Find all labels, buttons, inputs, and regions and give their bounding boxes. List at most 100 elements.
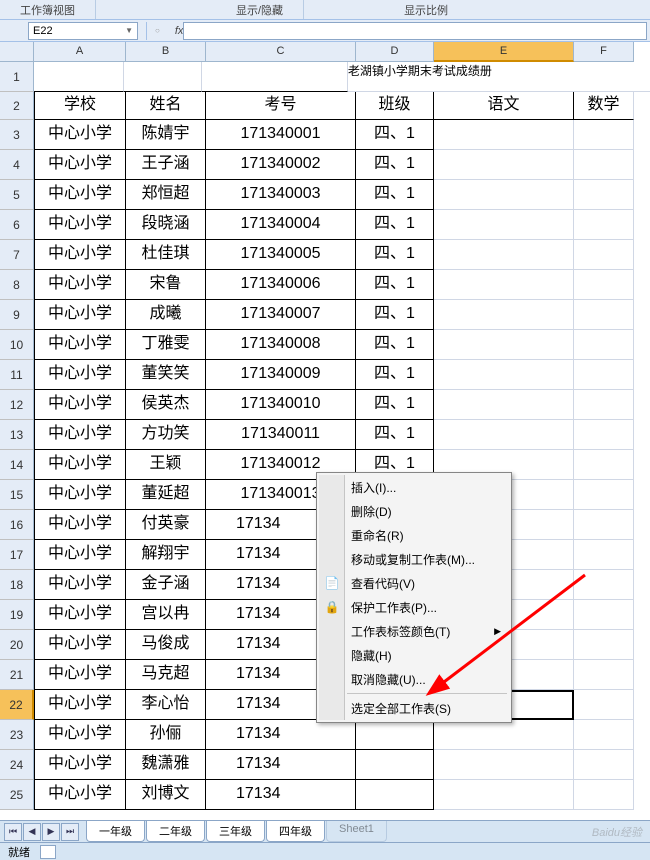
cell[interactable]: 马克超: [126, 660, 206, 690]
cell[interactable]: 方功笑: [126, 420, 206, 450]
sheet-title[interactable]: 老湖镇小学期末考试成绩册: [348, 62, 650, 92]
menu-unhide[interactable]: 取消隐藏(U)...: [319, 667, 509, 691]
cell[interactable]: [574, 750, 634, 780]
cell[interactable]: 171340011: [206, 420, 356, 450]
col-header-B[interactable]: B: [126, 42, 206, 62]
row-header-18[interactable]: 18: [0, 570, 34, 600]
row-header-4[interactable]: 4: [0, 150, 34, 180]
sheet-tab-sheet1[interactable]: Sheet1: [326, 821, 387, 842]
cell[interactable]: [574, 720, 634, 750]
cell[interactable]: 四、1: [356, 270, 434, 300]
cell[interactable]: [574, 420, 634, 450]
sheet-tab-grade3[interactable]: 三年级: [206, 821, 265, 842]
row-header-2[interactable]: 2: [0, 92, 34, 120]
cell[interactable]: [356, 780, 434, 810]
cell[interactable]: [574, 150, 634, 180]
row-header-13[interactable]: 13: [0, 420, 34, 450]
cell[interactable]: [574, 630, 634, 660]
cell[interactable]: 中心小学: [34, 540, 126, 570]
cell[interactable]: 中心小学: [34, 630, 126, 660]
row-header-10[interactable]: 10: [0, 330, 34, 360]
col-header-C[interactable]: C: [206, 42, 356, 62]
cell[interactable]: 中心小学: [34, 240, 126, 270]
menu-tab-color[interactable]: 工作表标签颜色(T)▶: [319, 619, 509, 643]
row-header-9[interactable]: 9: [0, 300, 34, 330]
cell[interactable]: [574, 510, 634, 540]
cell[interactable]: [574, 240, 634, 270]
cell[interactable]: 中心小学: [34, 750, 126, 780]
cell[interactable]: 171340005: [206, 240, 356, 270]
cell[interactable]: [434, 180, 574, 210]
menu-insert[interactable]: 插入(I)...: [319, 475, 509, 499]
row-header-6[interactable]: 6: [0, 210, 34, 240]
cell[interactable]: 魏潇雅: [126, 750, 206, 780]
sheet-tab-grade1[interactable]: 一年级: [86, 821, 145, 842]
row-header-12[interactable]: 12: [0, 390, 34, 420]
cell[interactable]: [574, 360, 634, 390]
row-header-20[interactable]: 20: [0, 630, 34, 660]
row-header-21[interactable]: 21: [0, 660, 34, 690]
name-box[interactable]: E22 ▼: [28, 22, 138, 40]
col-header-E[interactable]: E: [434, 42, 574, 62]
row-header-24[interactable]: 24: [0, 750, 34, 780]
menu-select-all-sheets[interactable]: 选定全部工作表(S): [319, 696, 509, 720]
cell[interactable]: 171340008: [206, 330, 356, 360]
cell[interactable]: [434, 360, 574, 390]
cell[interactable]: 中心小学: [34, 300, 126, 330]
cell[interactable]: [574, 180, 634, 210]
cell[interactable]: 171340002: [206, 150, 356, 180]
menu-hide[interactable]: 隐藏(H): [319, 643, 509, 667]
hdr-chinese[interactable]: 语文: [434, 92, 574, 120]
cell[interactable]: 孙俪: [126, 720, 206, 750]
row-header-5[interactable]: 5: [0, 180, 34, 210]
cell[interactable]: 中心小学: [34, 150, 126, 180]
cell[interactable]: 四、1: [356, 120, 434, 150]
cell[interactable]: 中心小学: [34, 120, 126, 150]
menu-delete[interactable]: 删除(D): [319, 499, 509, 523]
cell[interactable]: [574, 450, 634, 480]
cell[interactable]: 郑恒超: [126, 180, 206, 210]
cell[interactable]: 中心小学: [34, 690, 126, 720]
menu-protect-sheet[interactable]: 🔒保护工作表(P)...: [319, 595, 509, 619]
fx-icon[interactable]: fx: [175, 25, 184, 37]
hdr-math[interactable]: 数学: [574, 92, 634, 120]
sheet-tab-grade4[interactable]: 四年级: [266, 821, 325, 842]
cell[interactable]: [434, 150, 574, 180]
menu-view-code[interactable]: 📄查看代码(V): [319, 571, 509, 595]
cell[interactable]: 侯英杰: [126, 390, 206, 420]
hdr-name[interactable]: 姓名: [126, 92, 206, 120]
cell[interactable]: 中心小学: [34, 270, 126, 300]
cell[interactable]: 中心小学: [34, 720, 126, 750]
cell[interactable]: 17134: [206, 780, 356, 810]
dropdown-icon[interactable]: ▼: [125, 26, 133, 35]
cell[interactable]: 171340006: [206, 270, 356, 300]
cell[interactable]: 金子涵: [126, 570, 206, 600]
cell[interactable]: 171340009: [206, 360, 356, 390]
cell[interactable]: 刘博文: [126, 780, 206, 810]
select-all-corner[interactable]: [0, 42, 34, 62]
tab-nav-first[interactable]: ⏮: [4, 823, 22, 841]
cell[interactable]: 中心小学: [34, 210, 126, 240]
cell[interactable]: 171340003: [206, 180, 356, 210]
cell[interactable]: 四、1: [356, 180, 434, 210]
cell[interactable]: 段晓涵: [126, 210, 206, 240]
cell[interactable]: 王颖: [126, 450, 206, 480]
col-header-A[interactable]: A: [34, 42, 126, 62]
cell[interactable]: [574, 390, 634, 420]
row-header-16[interactable]: 16: [0, 510, 34, 540]
row-header-8[interactable]: 8: [0, 270, 34, 300]
cell[interactable]: [434, 120, 574, 150]
cell[interactable]: [574, 780, 634, 810]
cell[interactable]: 四、1: [356, 300, 434, 330]
cell[interactable]: 董延超: [126, 480, 206, 510]
cell[interactable]: [574, 300, 634, 330]
cell[interactable]: 中心小学: [34, 780, 126, 810]
cell[interactable]: 171340010: [206, 390, 356, 420]
cell[interactable]: 马俊成: [126, 630, 206, 660]
cell[interactable]: [434, 750, 574, 780]
cell[interactable]: 王子涵: [126, 150, 206, 180]
cell[interactable]: [574, 270, 634, 300]
row-header-11[interactable]: 11: [0, 360, 34, 390]
hdr-school[interactable]: 学校: [34, 92, 126, 120]
col-header-F[interactable]: F: [574, 42, 634, 62]
